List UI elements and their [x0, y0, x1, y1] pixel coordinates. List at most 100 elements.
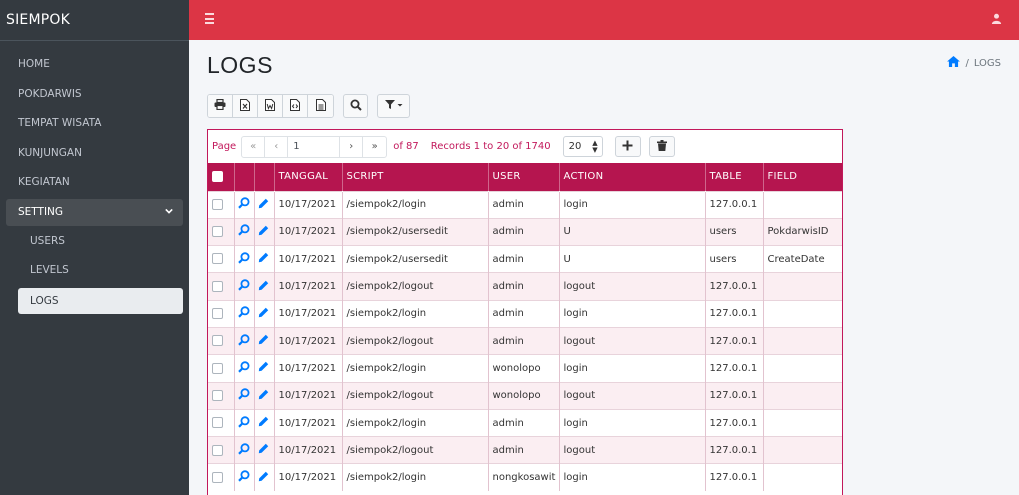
view-icon[interactable]: [237, 252, 250, 267]
sidebar-item-logs[interactable]: LOGS: [18, 287, 183, 314]
cell-user: wonolopo: [488, 354, 560, 383]
print-button[interactable]: [208, 95, 233, 117]
view-icon[interactable]: [237, 224, 250, 239]
cell-table: 127.0.0.1: [705, 436, 764, 464]
view-icon[interactable]: [237, 361, 250, 376]
cell-table: users: [705, 245, 764, 273]
sidebar-item-tempat-wisata[interactable]: TEMPAT WISATA: [0, 109, 189, 139]
column-header-field[interactable]: FIELD: [763, 163, 842, 191]
cell-tanggal: 10/17/2021: [274, 381, 343, 410]
cell-script: /siempok2/login: [342, 463, 489, 492]
sidebar-item-levels[interactable]: LEVELS: [0, 256, 189, 286]
export-excel-button[interactable]: [233, 95, 258, 117]
export-word-button[interactable]: [258, 95, 283, 117]
cell-field: [763, 272, 842, 301]
brand-logo[interactable]: SIEMPOK: [0, 0, 189, 41]
row-checkbox[interactable]: [212, 389, 223, 401]
next-page-button[interactable]: ›: [340, 136, 364, 157]
cell-field: PokdarwisID: [763, 217, 842, 246]
view-icon[interactable]: [237, 443, 250, 458]
cell-script: /siempok2/login: [342, 299, 489, 328]
sidebar-item-users[interactable]: USERS: [0, 227, 189, 257]
row-checkbox[interactable]: [212, 253, 223, 265]
chevron-down-icon: [165, 199, 173, 226]
row-checkbox[interactable]: [212, 308, 223, 320]
export-html-button[interactable]: [283, 95, 308, 117]
main-content: LOGS / LOGS Page « ‹ 1 › » of 87 Records…: [189, 40, 1019, 495]
prev-page-button[interactable]: ‹: [265, 136, 289, 157]
cell-table: 127.0.0.1: [705, 408, 764, 437]
sidebar-nav: HOME POKDARWIS TEMPAT WISATA KUNJUNGAN K…: [0, 41, 189, 314]
sidebar-item-label: KUNJUNGAN: [18, 146, 82, 159]
view-icon[interactable]: [237, 388, 250, 403]
delete-button[interactable]: [648, 136, 675, 157]
search-icon: [350, 99, 362, 114]
cell-field: [763, 463, 842, 492]
column-header-tanggal[interactable]: TANGGAL: [274, 163, 343, 191]
edit-icon[interactable]: [258, 444, 269, 457]
cell-field: [763, 408, 842, 437]
column-header-action[interactable]: ACTION: [559, 163, 706, 191]
row-checkbox[interactable]: [212, 335, 223, 347]
sidebar-item-setting[interactable]: SETTING: [6, 198, 183, 226]
filter-dropdown-button[interactable]: [377, 94, 410, 118]
cell-table: 127.0.0.1: [705, 354, 764, 383]
sidebar: SIEMPOK HOME POKDARWIS TEMPAT WISATA KUN…: [0, 0, 189, 495]
cell-action: login: [559, 354, 706, 383]
pager-records: Records 1 to 20 of 1740: [430, 141, 551, 152]
view-icon[interactable]: [237, 197, 250, 212]
home-icon[interactable]: [947, 56, 961, 70]
edit-icon[interactable]: [258, 334, 269, 348]
select-all-checkbox[interactable]: [212, 171, 223, 182]
last-page-button[interactable]: »: [363, 137, 386, 157]
row-checkbox[interactable]: [212, 226, 223, 238]
first-page-button[interactable]: «: [242, 136, 266, 157]
view-icon[interactable]: [237, 279, 250, 294]
column-header-user[interactable]: USER: [488, 163, 560, 191]
edit-icon[interactable]: [258, 362, 269, 375]
row-checkbox[interactable]: [212, 198, 223, 210]
table-row: 10/17/2021/siempok2/login nongkosawit logi…: [208, 463, 842, 492]
table-row: 10/17/2021/siempok2/login admin login 127.0…: [208, 408, 842, 437]
row-checkbox[interactable]: [212, 362, 223, 374]
edit-icon[interactable]: [258, 389, 269, 403]
page-size-select[interactable]: 20 ▲ ▼: [562, 136, 603, 157]
sidebar-item-home[interactable]: HOME: [0, 50, 189, 80]
user-icon[interactable]: [991, 13, 1003, 25]
edit-icon[interactable]: [258, 280, 269, 294]
column-header-script[interactable]: SCRIPT: [342, 163, 489, 191]
row-checkbox[interactable]: [212, 444, 223, 456]
cell-script: /siempok2/login: [342, 190, 489, 219]
add-button[interactable]: [614, 136, 641, 157]
cell-table: 127.0.0.1: [705, 190, 764, 219]
edit-icon[interactable]: [258, 307, 269, 321]
edit-icon[interactable]: [258, 225, 269, 239]
cell-table: users: [705, 217, 764, 246]
view-icon[interactable]: [237, 415, 250, 431]
export-button-group: [207, 94, 334, 118]
view-icon[interactable]: [237, 333, 250, 349]
sidebar-item-kunjungan[interactable]: KUNJUNGAN: [0, 139, 189, 169]
edit-icon[interactable]: [258, 471, 269, 485]
row-checkbox[interactable]: [212, 417, 223, 429]
view-icon[interactable]: [237, 470, 250, 485]
cell-tanggal: 10/17/2021: [274, 354, 343, 383]
view-icon[interactable]: [237, 306, 250, 321]
page-title: LOGS: [207, 52, 273, 78]
sidebar-item-label: USERS: [30, 234, 65, 247]
cell-action: login: [559, 463, 706, 492]
sidebar-item-label: HOME: [18, 58, 50, 70]
edit-icon[interactable]: [258, 253, 269, 266]
edit-icon[interactable]: [258, 198, 269, 212]
row-checkbox[interactable]: [212, 472, 223, 484]
hamburger-menu-icon[interactable]: [205, 13, 217, 25]
export-csv-button[interactable]: [308, 95, 333, 117]
page-number-input[interactable]: [288, 136, 341, 157]
cell-user: admin: [488, 217, 560, 246]
edit-icon[interactable]: [258, 416, 269, 430]
row-checkbox[interactable]: [212, 280, 223, 292]
column-header-table[interactable]: TABLE: [705, 163, 764, 191]
sidebar-item-kegiatan[interactable]: KEGIATAN: [0, 168, 189, 198]
sidebar-item-pokdarwis[interactable]: POKDARWIS: [0, 80, 189, 110]
search-button[interactable]: [343, 94, 368, 118]
